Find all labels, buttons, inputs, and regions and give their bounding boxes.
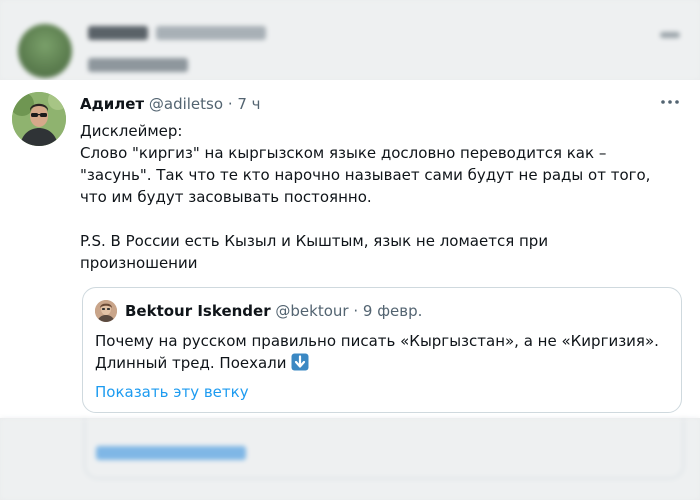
tweet-text-line: Слово "киргиз" на кыргызском языке досло…: [80, 144, 607, 162]
quoted-text-line-2-text: Длинный тред. Поехали: [95, 354, 287, 372]
tweet-text-line: что им будут засовывать постоянно.: [80, 188, 372, 206]
avatar[interactable]: [12, 92, 66, 146]
separator-dot: ·: [227, 95, 233, 113]
more-horizontal-icon[interactable]: [658, 92, 682, 112]
blurred-name: [88, 26, 148, 40]
blurred-more-icon: [660, 32, 680, 38]
blurred-text: [88, 58, 188, 72]
display-name[interactable]: Адилет: [80, 95, 144, 113]
blurred-avatar: [18, 24, 72, 78]
quoted-text-line: Почему на русском правильно писать «Кырг…: [95, 332, 659, 350]
quoted-separator-dot: ·: [353, 302, 359, 320]
tweet-text-line: P.S. В России есть Кызыл и Кыштым, язык …: [80, 232, 549, 250]
blurred-previous-tweet: [0, 0, 700, 80]
tweet-text-line: Дисклеймер:: [80, 122, 183, 140]
quoted-avatar: [95, 300, 117, 322]
quoted-header: Bektour Iskender @bektour · 9 февр.: [125, 300, 422, 322]
quoted-handle: @bektour: [275, 302, 349, 320]
quoted-date: 9 февр.: [362, 302, 423, 320]
quoted-text-line-2: Длинный тред. Поехали: [95, 352, 675, 374]
tweet-text-line: произношении: [80, 254, 198, 272]
quoted-tweet-text: Почему на русском правильно писать «Кырг…: [95, 330, 675, 374]
blurred-handle: [156, 26, 266, 40]
blurred-link: [96, 446, 246, 460]
avatar-image: [12, 92, 66, 146]
show-thread-link[interactable]: Показать эту ветку: [95, 381, 249, 403]
quoted-display-name: Bektour Iskender: [125, 302, 271, 320]
tweet-header: Адилет @adiletso · 7 ч: [80, 94, 660, 116]
tweet-text-line: "засунь". Так что те кто нарочно называе…: [80, 166, 651, 184]
user-handle[interactable]: @adiletso: [149, 95, 223, 113]
quoted-avatar-image: [95, 300, 117, 322]
tweet[interactable]: Адилет @adiletso · 7 ч Дисклеймер: Слово…: [0, 80, 700, 418]
blurred-next-content: [0, 418, 700, 500]
arrow-down-emoji-icon: [291, 353, 309, 371]
quoted-tweet-card[interactable]: Bektour Iskender @bektour · 9 февр. Поче…: [82, 287, 682, 413]
tweet-time[interactable]: 7 ч: [237, 95, 260, 113]
tweet-text: Дисклеймер: Слово "киргиз" на кыргызском…: [80, 120, 680, 274]
